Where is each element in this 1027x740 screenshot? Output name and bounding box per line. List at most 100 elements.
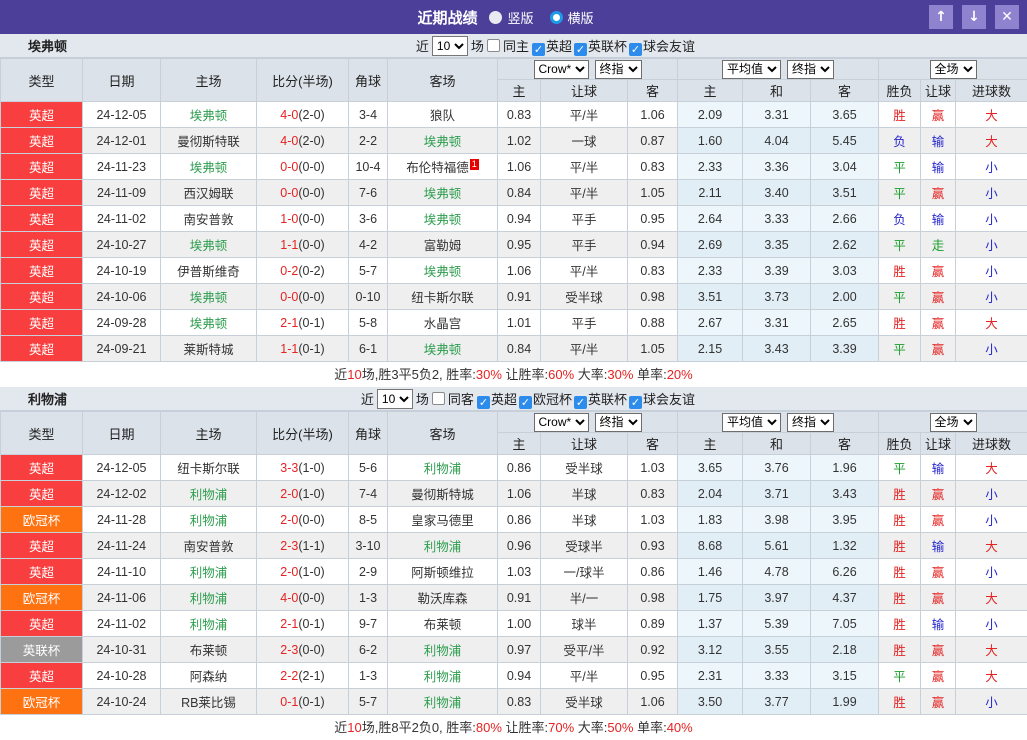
match-date: 24-12-05 [83,102,161,128]
odds-home: 0.96 [498,533,541,559]
half-score: (2-1) [298,669,324,683]
avg-time-select[interactable]: 终指 [787,413,834,432]
result-handicap: 赢 [921,310,956,336]
avg-draw: 3.39 [743,258,811,284]
odds-home: 0.83 [498,102,541,128]
home-team: 埃弗顿 [161,232,257,258]
summary-everton: 近10场,胜3平5负2, 胜率:30% 让胜率:60% 大率:30% 单率:20… [0,362,1027,387]
same-venue-checkbox[interactable] [432,392,445,405]
corners-cell: 6-2 [349,637,388,663]
result-handicap: 赢 [921,585,956,611]
corners-cell: 5-7 [349,689,388,715]
team-label: 曼彻斯特联 [177,135,240,149]
league-badge: 英超 [1,180,83,206]
score-cell: 0-2(0-2) [257,258,349,284]
col-avg-away: 客 [811,433,879,455]
full-score: 1-1 [280,342,298,356]
result-handicap: 赢 [921,284,956,310]
result-goals: 大 [956,455,1027,481]
avg-home: 3.50 [678,689,743,715]
avg-group-header: 平均值终指 [678,412,879,433]
result-goals: 小 [956,232,1027,258]
avg-select[interactable]: 平均值 [722,413,781,432]
same-venue-checkbox[interactable] [487,39,500,52]
away-team: 皇家马德里 [388,507,498,533]
result-goals: 小 [956,611,1027,637]
corners-cell: 7-4 [349,481,388,507]
recent-count-select[interactable]: 10 [377,389,413,409]
bookmaker-select[interactable]: Crow* [534,60,589,79]
bookmaker-select[interactable]: Crow* [534,413,589,432]
score-cell: 1-1(0-1) [257,336,349,362]
period-select[interactable]: 全场 [930,413,977,432]
match-date: 24-09-28 [83,310,161,336]
home-team: 埃弗顿 [161,102,257,128]
summary-segment: 20% [667,367,693,382]
team-label: 利物浦 [190,488,228,502]
league-checkbox[interactable]: ✓ [519,396,532,409]
team-label: 埃弗顿 [190,291,228,305]
away-team: 利物浦 [388,637,498,663]
team-label: 埃弗顿 [190,239,228,253]
handicap: 受半球 [541,284,628,310]
avg-select[interactable]: 平均值 [722,60,781,79]
avg-draw: 3.55 [743,637,811,663]
period-select[interactable]: 全场 [930,60,977,79]
full-score: 0-1 [280,695,298,709]
away-team: 阿斯顿维拉 [388,559,498,585]
handicap: 半/一 [541,585,628,611]
half-score: (0-2) [298,264,324,278]
odds-time-select[interactable]: 终指 [595,413,642,432]
half-score: (0-0) [298,290,324,304]
matches-table-liverpool: 类型 日期 主场 比分(半场) 角球 客场 Crow*终指 平均值终指 全场 主… [0,411,1027,715]
avg-home: 3.12 [678,637,743,663]
full-score: 4-0 [280,591,298,605]
team-label: 埃弗顿 [190,109,228,123]
avg-time-select[interactable]: 终指 [787,60,834,79]
scroll-down-button[interactable]: ↓ [962,5,986,29]
score-cell: 0-0(0-0) [257,284,349,310]
close-button[interactable]: ✕ [995,5,1019,29]
handicap: 受半球 [541,689,628,715]
avg-away: 1.96 [811,455,879,481]
half-score: (1-0) [298,461,324,475]
result-goals: 小 [956,689,1027,715]
league-checkbox[interactable]: ✓ [574,43,587,56]
handicap: 一球 [541,128,628,154]
team-label: 布莱顿 [190,644,228,658]
result-goals: 小 [956,559,1027,585]
corners-cell: 4-2 [349,232,388,258]
avg-home: 2.31 [678,663,743,689]
home-team: 利物浦 [161,559,257,585]
summary-segment: 60% [548,367,574,382]
league-checkbox[interactable]: ✓ [629,396,642,409]
match-row: 英超24-10-06埃弗顿0-0(0-0)0-10纽卡斯尔联0.91受半球0.9… [1,284,1027,310]
avg-draw: 4.78 [743,559,811,585]
league-checkbox[interactable]: ✓ [629,43,642,56]
league-checkbox[interactable]: ✓ [574,396,587,409]
corners-cell: 7-6 [349,180,388,206]
league-checkbox[interactable]: ✓ [532,43,545,56]
odds-home: 0.91 [498,585,541,611]
scroll-up-button[interactable]: ↑ [929,5,953,29]
result-goals: 小 [956,481,1027,507]
match-row: 欧冠杯24-11-06利物浦4-0(0-0)1-3勒沃库森0.91半/一0.98… [1,585,1027,611]
near-label: 近 [361,389,374,408]
odds-away: 1.06 [628,102,678,128]
layout-radio-vertical[interactable]: 竖版 [489,8,533,27]
result-handicap: 赢 [921,507,956,533]
league-checkbox[interactable]: ✓ [477,396,490,409]
league-checkbox-label: 英联杯 [588,39,627,54]
odds-away: 0.87 [628,128,678,154]
col-avg-home: 主 [678,80,743,102]
avg-draw: 3.33 [743,206,811,232]
recent-count-select[interactable]: 10 [432,36,468,56]
col-avg-draw: 和 [743,80,811,102]
radio-vertical-label: 竖版 [507,8,533,27]
titlebar: 近期战绩 竖版 横版 ↑ ↓ ✕ [0,0,1027,34]
odds-time-select[interactable]: 终指 [595,60,642,79]
match-row: 欧冠杯24-11-28利物浦2-0(0-0)8-5皇家马德里0.86半球1.03… [1,507,1027,533]
layout-radio-horizontal[interactable]: 横版 [550,8,594,27]
avg-away: 6.26 [811,559,879,585]
home-team: 利物浦 [161,585,257,611]
